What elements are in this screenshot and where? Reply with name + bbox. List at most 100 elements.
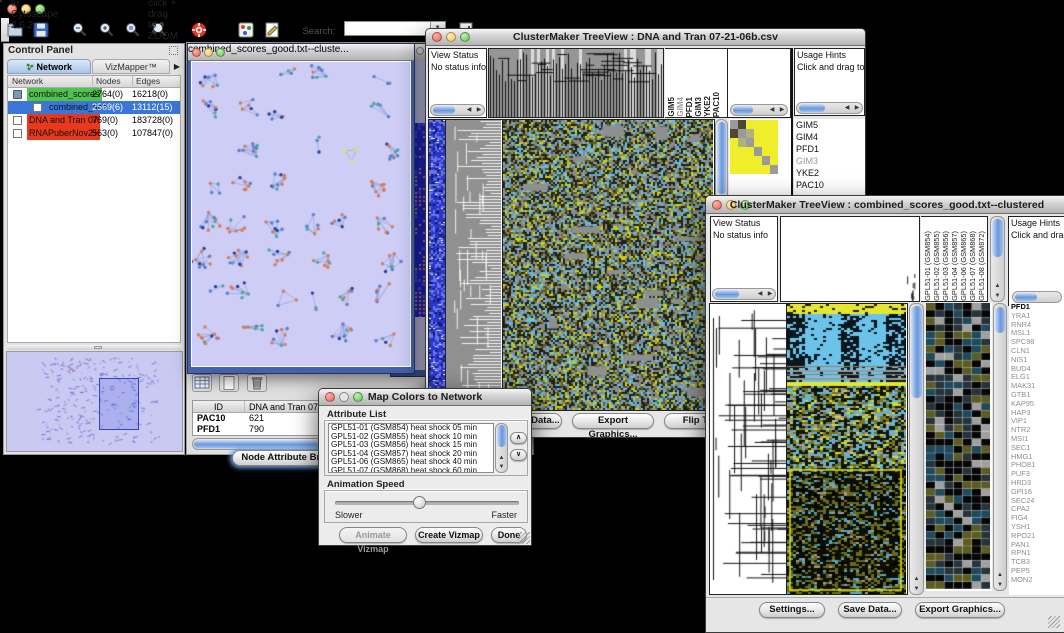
tv2-gtr-canvas[interactable] [710,304,786,594]
tv2-column-label[interactable]: GPL51-01 (GSM854) [924,231,932,301]
tv2-atr-canvas[interactable] [781,217,919,301]
select-attributes-icon[interactable] [192,374,212,392]
tv1-gene-label[interactable]: GIM5 [794,119,865,131]
tv2-column-label[interactable]: GPL51-03 (GSM856) [942,231,950,301]
scroll-right-icon[interactable]: ▶ [777,105,787,115]
tv1-gtr-canvas[interactable] [446,120,501,410]
tv2-usage-scrollbar[interactable] [1012,291,1062,303]
network-name[interactable]: DNA and Tran 07 [27,114,100,127]
move-down-button[interactable]: ∨ [510,449,527,461]
tv1-heatmap-canvas[interactable] [503,120,713,410]
tab-vizmapper[interactable]: VizMapper™ [92,59,170,74]
dialog-title-bar[interactable]: Map Colors to Network [319,389,531,406]
tv1-matrix-cell[interactable] [770,120,778,129]
tv1-detail-hscrollbar[interactable]: ◀▶ [730,104,788,116]
tv1-matrix-cell[interactable] [738,129,746,138]
tv1-matrix-cell[interactable] [738,165,746,174]
tv1-matrix-cell[interactable] [754,120,762,129]
zoom-selected-icon[interactable] [123,20,143,40]
create-vizmap-button[interactable]: Create Vizmap [415,527,483,543]
tv1-matrix-cell[interactable] [754,129,762,138]
tv1-matrix-cell[interactable] [730,156,738,165]
tv1-column-label[interactable]: GIM5 [668,97,676,117]
attr-col-id[interactable]: ID [193,401,245,412]
network-name[interactable]: combined_scores [27,88,102,101]
tv1-matrix-cell[interactable] [746,156,754,165]
tv1-heatmap[interactable] [503,119,715,411]
vizmap-icon[interactable] [236,20,256,40]
tv1-export-graphics-button[interactable]: Export Graphics... [572,413,654,429]
tv2-column-label[interactable]: GPL51-02 (GSM855) [933,231,941,301]
scroll-right-icon[interactable]: ▶ [765,289,775,299]
tv2-detail-canvas[interactable] [926,303,990,589]
attribute-list-vscrollbar[interactable]: ▼▲ [495,423,508,473]
tv1-matrix-cell[interactable] [754,165,762,174]
resize-grip[interactable] [1048,616,1060,628]
tv2-column-label[interactable]: GPL51-06 (GSM865) [960,231,968,301]
scroll-down-icon[interactable]: ▼ [910,584,923,594]
network-name[interactable]: RNAPuberNov2+ [27,127,100,140]
annotation-icon[interactable] [262,20,282,40]
speed-slider-track[interactable] [335,501,519,505]
move-up-button[interactable]: ∧ [510,432,527,444]
network-list-row[interactable]: RNAPuberNov2+ 563(0) 107847(0) [8,127,180,140]
help-lifering-icon[interactable] [189,20,209,40]
attribute-list-item[interactable]: GPL51-07 (GSM868) heat shock 60 min [331,467,493,473]
scroll-right-icon[interactable]: ▶ [852,103,862,113]
tv1-matrix-cell[interactable] [730,120,738,129]
tv2-collabel-vscrollbar[interactable]: ▼▲ [990,216,1005,302]
scroll-down-icon[interactable]: ▼ [496,462,507,472]
tv1-matrix-cell[interactable] [730,165,738,174]
tv1-matrix-cell[interactable] [746,165,754,174]
tv1-column-label[interactable]: GIM4 [677,97,685,117]
zoom-window-button[interactable] [416,47,424,55]
tv1-status-scrollbar[interactable]: ◀▶ [430,104,485,116]
tv1-matrix-cell[interactable] [730,129,738,138]
tv2-column-dendrogram[interactable] [780,216,920,302]
tv2-column-label[interactable]: GPL51-04 (GSM857) [951,231,959,301]
scroll-down-icon[interactable]: ▼ [994,580,1006,590]
network-list-row[interactable]: combined_sco 2569(6) 13112(15) [8,101,180,114]
tv1-matrix-cell[interactable] [762,156,770,165]
scroll-up-icon[interactable]: ▲ [496,453,507,463]
panel-splitter[interactable] [7,345,181,350]
scroll-up-icon[interactable]: ▲ [910,574,923,584]
tv1-matrix-cell[interactable] [762,138,770,147]
tv1-gene-label[interactable]: PFD1 [794,143,865,155]
tv2-detail-vscrollbar[interactable]: ▼▲ [993,303,1007,591]
tv1-matrix-cell[interactable] [754,156,762,165]
tv1-matrix-cell[interactable] [738,138,746,147]
tv1-matrix-cell[interactable] [762,147,770,156]
scroll-left-icon[interactable]: ◀ [755,289,765,299]
scroll-down-icon[interactable]: ▼ [991,291,1004,301]
tv2-column-label[interactable]: GPL51-07 (GSM868) [969,231,977,301]
col-network[interactable]: Network [12,76,43,86]
animate-vizmap-button[interactable]: Animate Vizmap [339,527,407,543]
scroll-up-icon[interactable]: ▲ [991,281,1004,291]
network-list-row[interactable]: combined_scores 2764(0) 16218(0) [8,88,180,101]
tv2-heatmap-canvas[interactable] [787,304,906,594]
tv1-matrix-cell[interactable] [738,147,746,156]
tv2-save-data-button[interactable]: Save Data... [838,602,902,618]
tv1-matrix-cell[interactable] [730,147,738,156]
tv1-gene-label[interactable]: YKE2 [794,167,865,179]
tv1-column-label[interactable]: PAC10 [713,92,721,117]
tv1-row-dendrogram[interactable] [446,119,503,411]
tv1-matrix-cell[interactable] [746,129,754,138]
scroll-left-icon[interactable]: ◀ [767,105,777,115]
tv1-matrix-cell[interactable] [754,147,762,156]
scroll-left-icon[interactable]: ◀ [842,103,852,113]
delete-attribute-icon[interactable] [247,374,267,392]
tv1-atr-canvas[interactable] [489,49,663,117]
tv1-matrix-cell[interactable] [746,138,754,147]
tv1-matrix-cell[interactable] [746,147,754,156]
network-canvas[interactable] [192,62,411,367]
birdseye-viewport[interactable] [99,378,139,430]
scroll-up-icon[interactable]: ▲ [994,570,1006,580]
tv2-settings-button[interactable]: Settings... [759,602,825,618]
tv1-gene-label[interactable]: GIM3 [794,155,865,167]
zoom-out-icon[interactable] [70,20,90,40]
birdseye-canvas[interactable] [7,352,182,451]
tv1-matrix-cell[interactable] [762,129,770,138]
tv1-matrix-cell[interactable] [762,165,770,174]
